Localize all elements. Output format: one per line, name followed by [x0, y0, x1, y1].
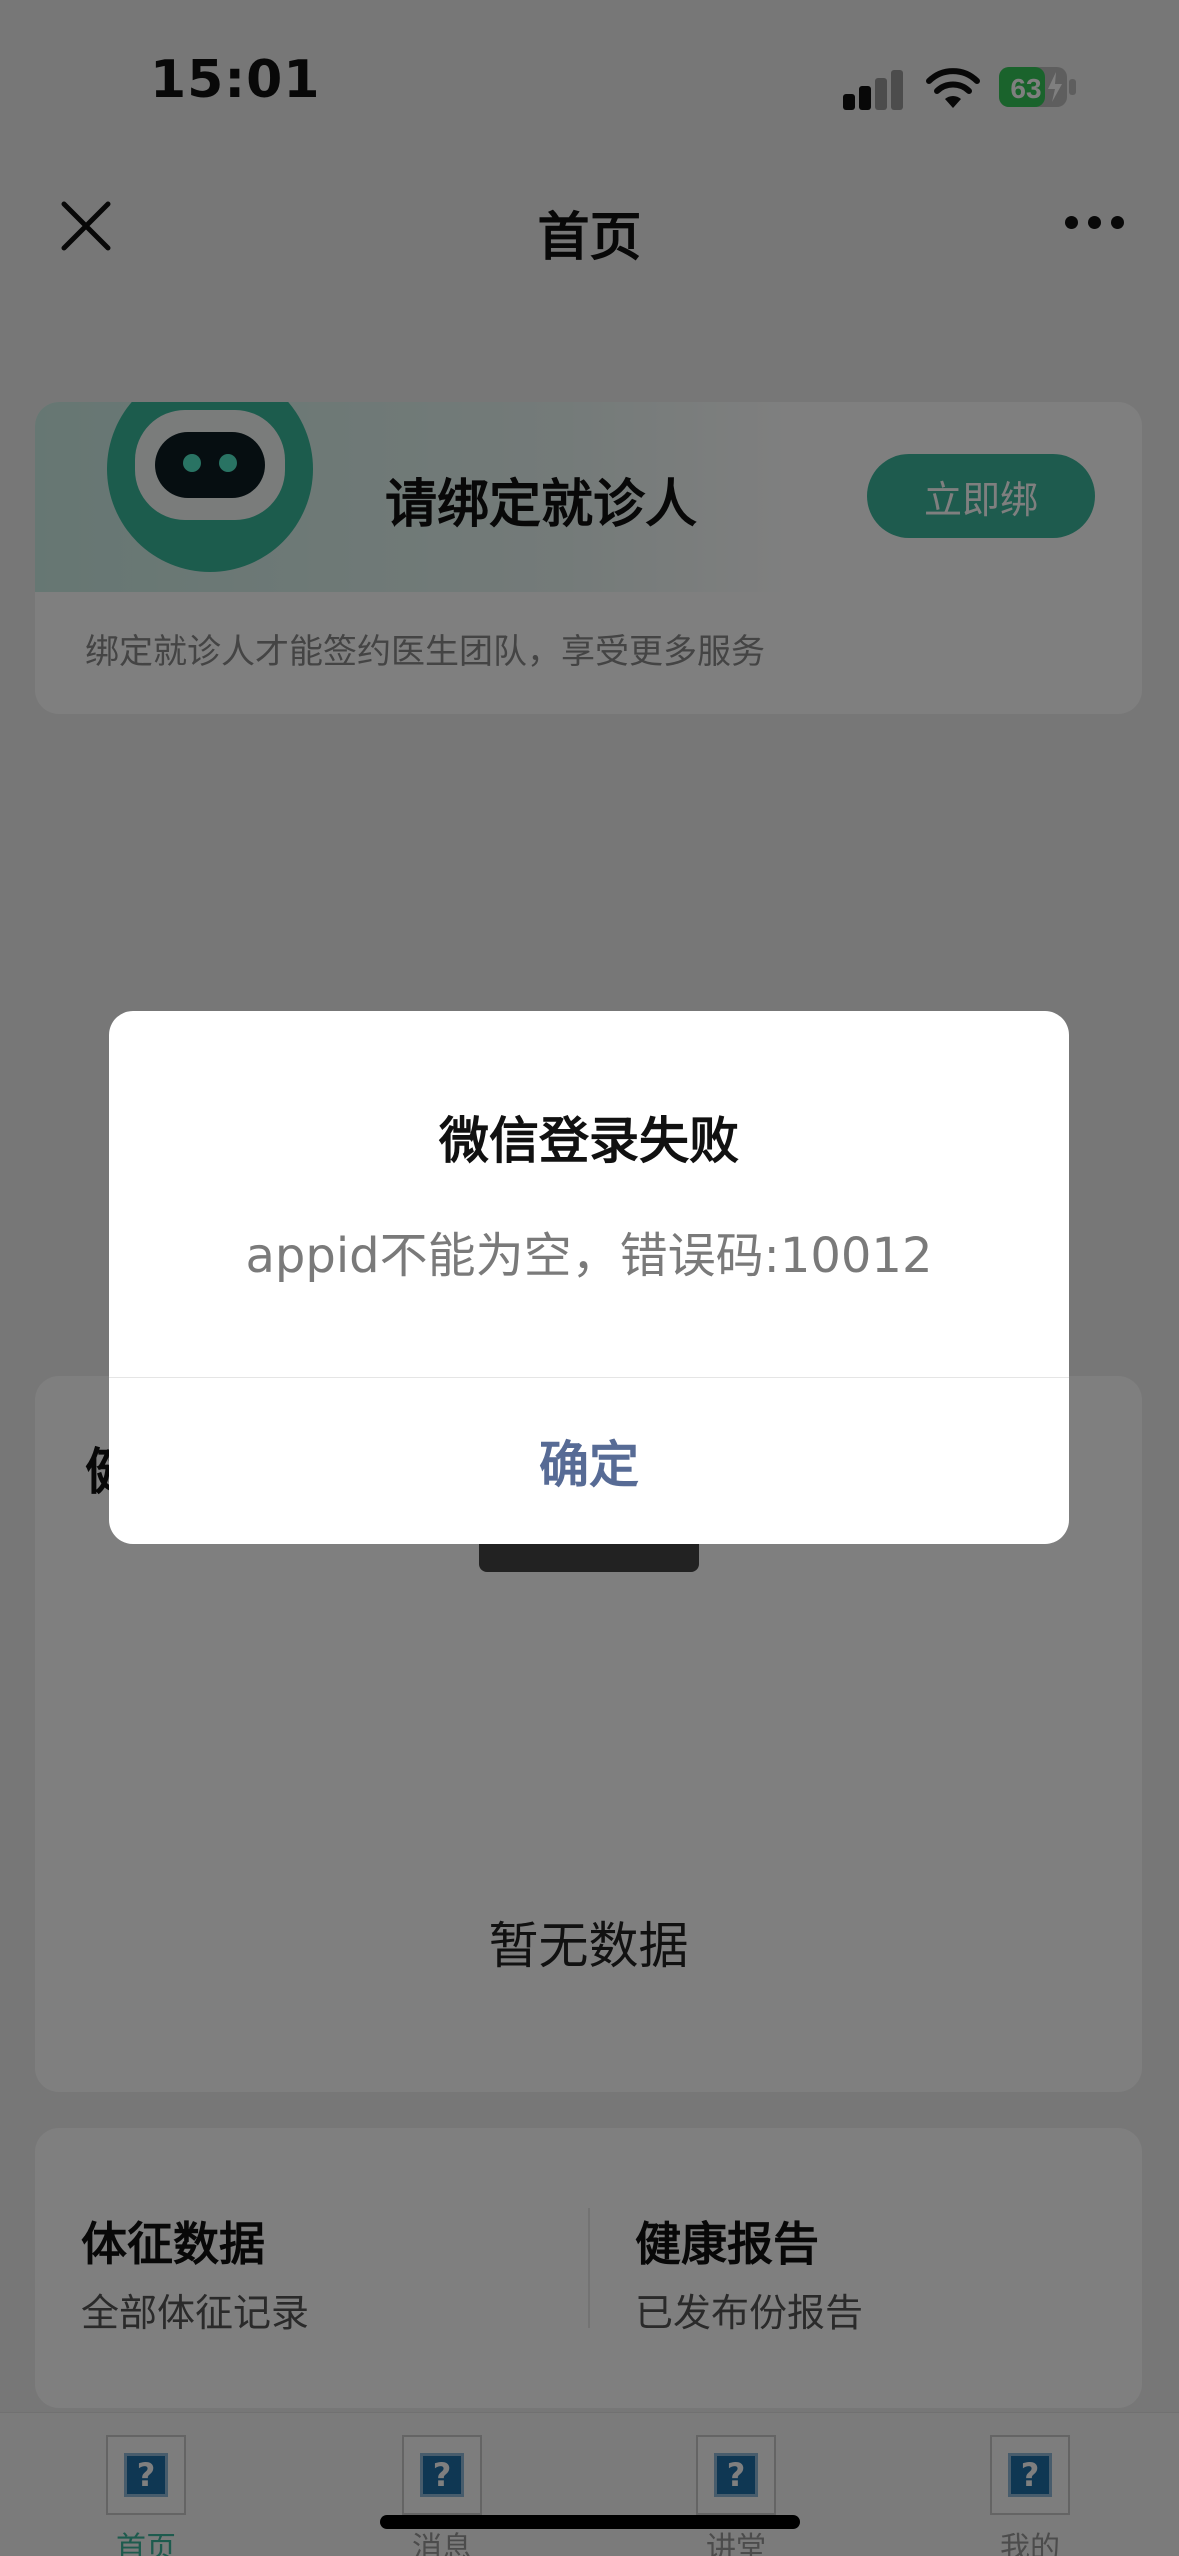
- dialog-message: appid不能为空，错误码:10012: [245, 1228, 933, 1284]
- dialog-title: 微信登录失败: [439, 1112, 739, 1170]
- login-failed-dialog: 微信登录失败 appid不能为空，错误码:10012 确定: [109, 1011, 1069, 1544]
- home-indicator: [380, 2515, 800, 2529]
- confirm-button[interactable]: 确定: [109, 1378, 1069, 1544]
